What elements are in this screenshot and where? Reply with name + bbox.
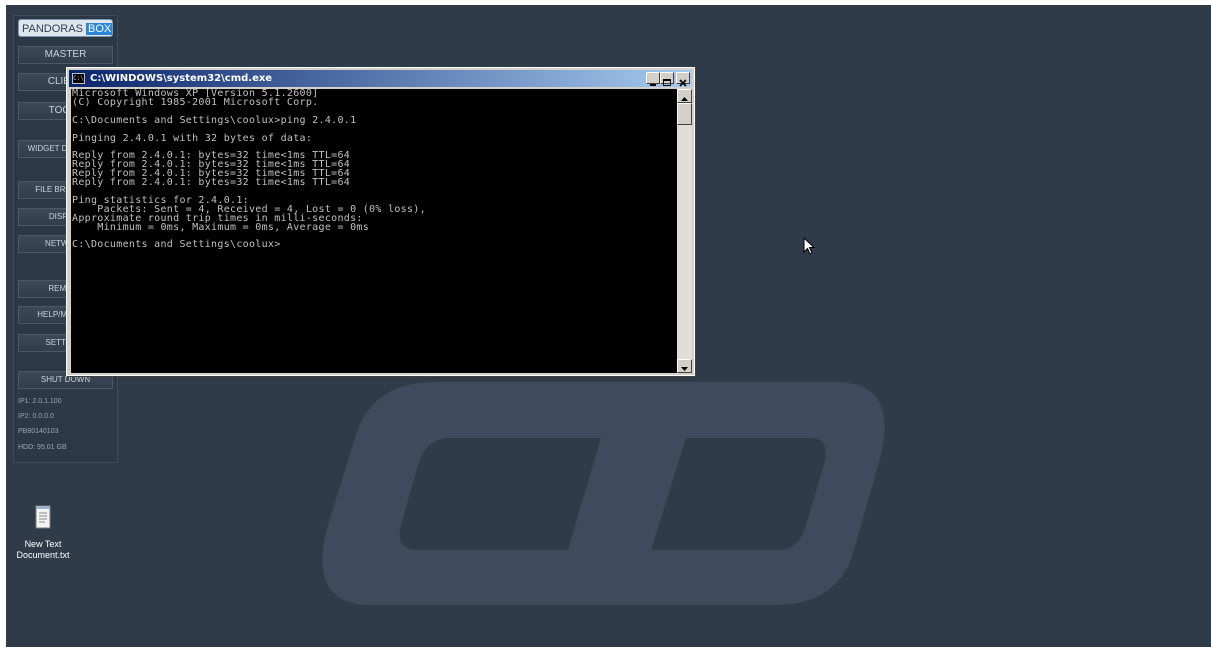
- close-button[interactable]: [676, 72, 690, 87]
- minimize-icon: [650, 84, 656, 86]
- maximize-button[interactable]: [660, 72, 674, 86]
- new-text-document-icon[interactable]: New Text Document.txt: [12, 505, 74, 561]
- mouse-pointer-icon: [803, 237, 815, 255]
- scrollbar-thumb[interactable]: [677, 103, 692, 125]
- desktop-icon-label: New Text Document.txt: [12, 539, 74, 561]
- cmd-icon[interactable]: C:\: [72, 73, 85, 84]
- master-button[interactable]: MASTER: [18, 46, 113, 64]
- maximize-icon: [663, 79, 671, 86]
- arrow-down-icon: [681, 367, 688, 371]
- ip1-info: IP1: 2.0.1.100: [18, 398, 62, 405]
- close-icon: [679, 79, 687, 87]
- ip2-info: IP2: 0.0.0.0: [18, 413, 54, 420]
- serial-info: PB80140103: [18, 428, 59, 435]
- logo-text: PANDORAS: [22, 23, 83, 35]
- cmd-titlebar[interactable]: C:\ C:\WINDOWS\system32\cmd.exe: [69, 70, 692, 87]
- cmd-window[interactable]: C:\ C:\WINDOWS\system32\cmd.exe Microsof…: [66, 67, 695, 376]
- cmd-console-output[interactable]: Microsoft Windows XP [Version 5.1.2600] …: [71, 89, 677, 373]
- scroll-down-button[interactable]: [677, 359, 692, 373]
- hdd-info: HDD: 95,01 GB: [18, 444, 67, 451]
- minimize-button[interactable]: [646, 72, 660, 86]
- cmd-window-title: C:\WINDOWS\system32\cmd.exe: [90, 73, 273, 84]
- pandoras-box-logo: PANDORAS BOX: [18, 19, 113, 37]
- logo-box-text: BOX: [85, 23, 112, 35]
- desktop-icon-label-line1: New Text: [24, 539, 62, 549]
- vertical-scrollbar[interactable]: [677, 89, 692, 373]
- scroll-up-button[interactable]: [677, 89, 692, 103]
- text-file-icon: [35, 505, 51, 529]
- desktop-icon-label-line2: Document.txt: [16, 550, 70, 560]
